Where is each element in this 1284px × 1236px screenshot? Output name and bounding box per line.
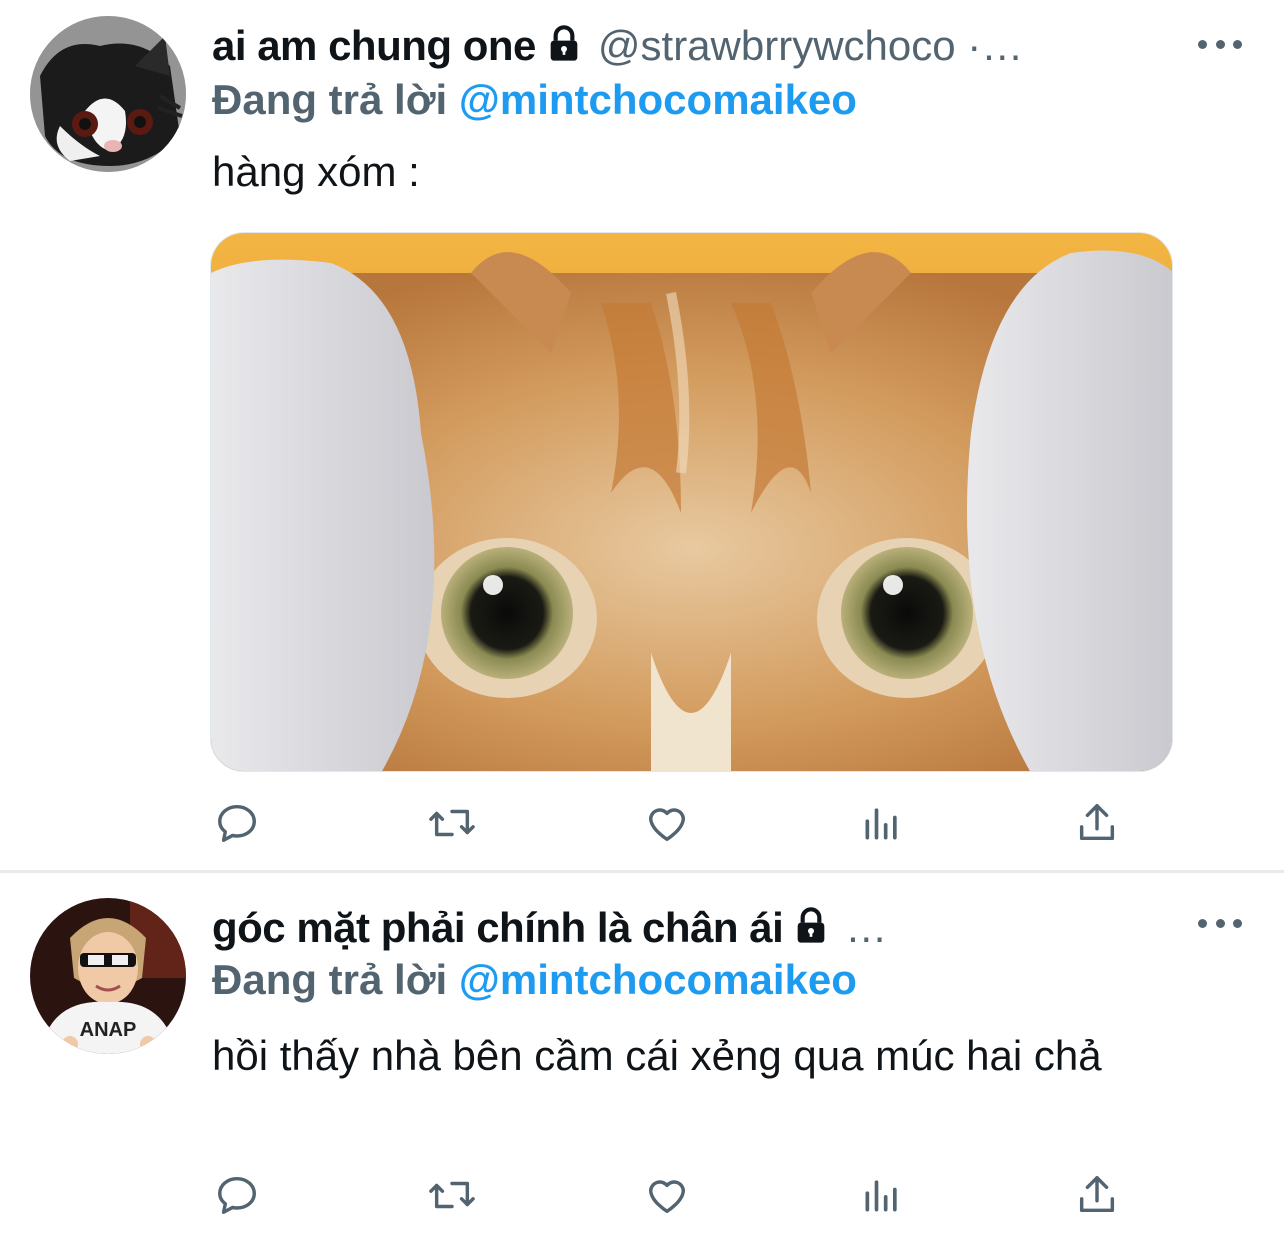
avatar[interactable]: ANAP (30, 898, 186, 1054)
like-icon[interactable] (642, 798, 692, 848)
person-avatar-image: ANAP (30, 898, 186, 1054)
cat-photo (211, 233, 1172, 771)
tweet-text: hồi thấy nhà bên cầm cái xẻng qua múc ha… (212, 1032, 1102, 1079)
user-handle[interactable]: @strawbrrywchoco ·… (598, 22, 1023, 70)
tweet-text: hàng xóm : (212, 148, 420, 195)
tweet-header: ai am chung one @strawbrrywchoco ·… (212, 16, 1244, 76)
tweet[interactable]: ANAP góc mặt phải chính là chân ái … Đan… (0, 873, 1284, 1236)
reply-mention-link[interactable]: @mintchocomaikeo (459, 76, 857, 123)
display-name[interactable]: góc mặt phải chính là chân ái (212, 904, 784, 952)
more-options-icon[interactable] (1198, 913, 1242, 933)
user-handle[interactable]: … (845, 904, 887, 952)
tweet-header: góc mặt phải chính là chân ái … (212, 898, 1244, 958)
lock-icon (544, 24, 584, 69)
shirt-text: ANAP (80, 1019, 137, 1041)
replying-to: Đang trả lời @mintchocomaikeo (212, 76, 857, 124)
share-icon[interactable] (1072, 798, 1122, 848)
analytics-icon[interactable] (857, 798, 907, 848)
retweet-icon[interactable] (427, 798, 477, 848)
tweet[interactable]: ai am chung one @strawbrrywchoco ·… Đang… (0, 0, 1284, 872)
avatar[interactable] (30, 16, 186, 172)
share-icon[interactable] (1072, 1170, 1122, 1220)
like-icon[interactable] (642, 1170, 692, 1220)
replying-to-label: Đang trả lời (212, 956, 448, 1003)
replying-to-label: Đang trả lời (212, 76, 448, 123)
display-name[interactable]: ai am chung one (212, 22, 536, 70)
retweet-icon[interactable] (427, 1170, 477, 1220)
tweet-actions (212, 1170, 1122, 1220)
reply-mention-link[interactable]: @mintchocomaikeo (459, 956, 857, 1003)
replying-to: Đang trả lời @mintchocomaikeo (212, 956, 857, 1004)
more-options-icon[interactable] (1198, 34, 1242, 54)
tweet-media-image[interactable] (210, 232, 1173, 772)
cat-avatar-image (30, 16, 186, 172)
reply-icon[interactable] (212, 1170, 262, 1220)
analytics-icon[interactable] (857, 1170, 907, 1220)
reply-icon[interactable] (212, 798, 262, 848)
tweet-actions (212, 798, 1122, 848)
lock-icon (791, 906, 831, 951)
